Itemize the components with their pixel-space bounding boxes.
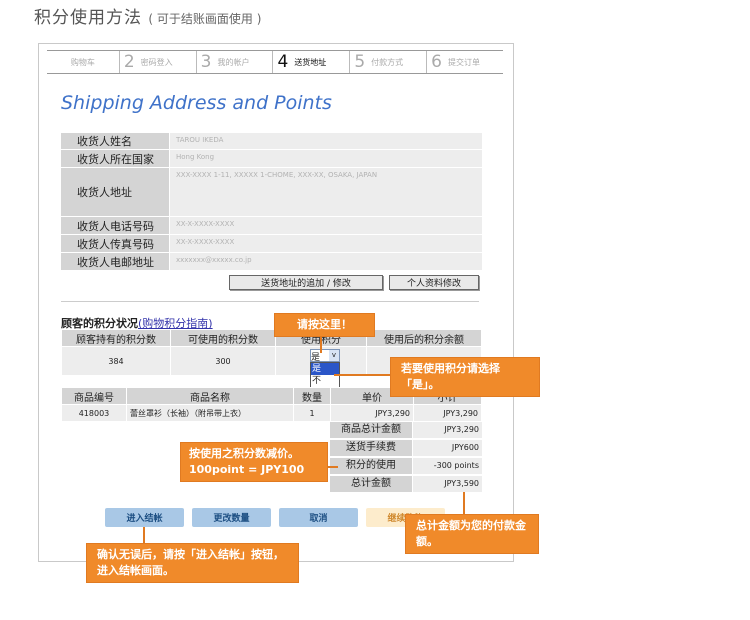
edit-profile-button[interactable]: 个人资料修改 — [389, 275, 479, 290]
chevron-down-icon[interactable]: v — [329, 350, 339, 361]
step-label: 密码登入 — [140, 57, 173, 67]
address-row: 收货人电话号码 XX-X-XXXX-XXXX — [61, 217, 482, 234]
checkout-steps: 购物车 2 密码登入 3 我的帐户 4 送货地址 5 付款方式 6 提交订单 — [47, 50, 503, 74]
step-cart[interactable]: 购物车 — [47, 51, 120, 73]
address-label: 收货人传真号码 — [61, 235, 169, 252]
summary-row: 商品总计金额 JPY3,290 — [330, 422, 482, 438]
callout-click-here: 请按这里！ — [274, 313, 375, 337]
address-value: XXX-XXXX 1-11, XXXXX 1-CHOME, XXX-XX, OS… — [170, 168, 482, 216]
address-value: TAROU IKEDA — [170, 133, 482, 149]
points-header: 可使用的积分数 — [170, 329, 276, 347]
section-title: Shipping Address and Points — [61, 92, 332, 114]
step-number: 3 — [200, 52, 212, 72]
address-value: xxxxxxx@xxxxx.co.jp — [170, 253, 482, 270]
address-label: 收货人所在国家 — [61, 150, 169, 167]
edit-address-button[interactable]: 送货地址的追加 / 修改 — [229, 275, 383, 290]
step-number: 2 — [123, 52, 135, 72]
callout-discount: 按使用之积分数减价。 100point = JPY100 — [180, 442, 328, 482]
callout-discount-text: 按使用之积分数减价。 — [189, 447, 299, 460]
step-number: 4 — [277, 52, 289, 72]
summary-value: JPY3,290 — [413, 422, 482, 438]
product-qty: 1 — [293, 404, 331, 422]
step-login[interactable]: 2 密码登入 — [120, 51, 197, 73]
order-header: 商品名称 — [126, 387, 294, 405]
page-subtitle: ( 可于结账画面使用 ) — [148, 12, 262, 26]
checkout-button[interactable]: 进入结帐 — [105, 508, 184, 527]
address-label: 收货人电邮地址 — [61, 253, 169, 270]
divider — [61, 301, 479, 302]
address-row: 收货人传真号码 XX-X-XXXX-XXXX — [61, 235, 482, 252]
step-shipping[interactable]: 4 送货地址 — [273, 51, 351, 73]
page-title-text: 积分使用方法 — [34, 8, 142, 28]
checkout-label: 进入结帐 — [126, 514, 163, 524]
callout-discount-rate: 100point = JPY100 — [189, 463, 305, 476]
step-submit[interactable]: 6 提交订单 — [427, 51, 503, 73]
cancel-button[interactable]: 取消 — [279, 508, 358, 527]
product-price: JPY3,290 — [330, 404, 414, 422]
step-label: 提交订单 — [447, 57, 480, 67]
summary-value: -300 points — [413, 458, 482, 474]
points-header: 使用后的积分余额 — [366, 329, 482, 347]
summary-row: 送货手续费 JPY600 — [330, 440, 482, 456]
callout-confirm: 确认无误后，请按「进入结帐」按钮，进入结帐画面。 — [86, 543, 299, 583]
cancel-label: 取消 — [309, 514, 328, 524]
callout-connector — [463, 492, 465, 516]
address-row: 收货人地址 XXX-XXXX 1-11, XXXXX 1-CHOME, XXX-X… — [61, 168, 482, 216]
points-header: 顾客持有的积分数 — [61, 329, 171, 347]
points-usable: 300 — [170, 346, 276, 376]
callout-total: 总计金额为您的付款金额。 — [405, 514, 539, 554]
step-label: 送货地址 — [294, 57, 327, 67]
address-value: XX-X-XXXX-XXXX — [170, 217, 482, 234]
summary-label: 总计金额 — [330, 476, 412, 492]
address-row: 收货人姓名 TAROU IKEDA — [61, 133, 482, 149]
address-label: 收货人姓名 — [61, 133, 169, 149]
product-subtotal: JPY3,290 — [413, 404, 482, 422]
step-payment[interactable]: 5 付款方式 — [350, 51, 428, 73]
summary-value: JPY3,590 — [413, 476, 482, 492]
order-header: 数量 — [293, 387, 331, 405]
step-label: 付款方式 — [371, 57, 404, 67]
order-header: 商品编号 — [61, 387, 127, 405]
summary-row: 积分的使用 -300 points — [330, 458, 482, 474]
callout-select-yes: 若要使用积分请选择「是」。 — [390, 357, 540, 397]
callout-connector — [334, 374, 394, 376]
step-number: 5 — [354, 52, 366, 72]
address-table: 收货人姓名 TAROU IKEDA 收货人所在国家 Hong Kong 收货人地址 X… — [61, 133, 482, 271]
step-account[interactable]: 3 我的帐户 — [197, 51, 274, 73]
summary-label: 送货手续费 — [330, 440, 412, 456]
address-value: Hong Kong — [170, 150, 482, 167]
callout-connector — [320, 335, 322, 353]
points-held: 384 — [61, 346, 171, 376]
product-id: 418003 — [61, 404, 127, 422]
address-label: 收货人电话号码 — [61, 217, 169, 234]
page-title: 积分使用方法 ( 可于结账画面使用 ) — [34, 3, 261, 28]
summary-label: 积分的使用 — [330, 458, 412, 474]
address-row: 收货人电邮地址 xxxxxxx@xxxxx.co.jp — [61, 253, 482, 270]
summary-row: 总计金额 JPY3,590 — [330, 476, 482, 492]
address-value: XX-X-XXXX-XXXX — [170, 235, 482, 252]
product-name: 蕾丝罩衫（长袖）（附吊带上衣） — [126, 404, 294, 422]
option-no[interactable]: 不 — [311, 375, 339, 387]
address-label: 收货人地址 — [61, 168, 169, 216]
summary-value: JPY600 — [413, 440, 482, 456]
summary-label: 商品总计金额 — [330, 422, 412, 438]
change-quantity-label: 更改数量 — [213, 514, 250, 524]
use-points-dropdown: 是 不 — [310, 362, 340, 390]
address-row: 收货人所在国家 Hong Kong — [61, 150, 482, 167]
step-label: 购物车 — [70, 57, 95, 67]
table-row: 418003 蕾丝罩衫（长袖）（附吊带上衣） 1 JPY3,290 JPY3,2… — [61, 404, 482, 422]
step-label: 我的帐户 — [217, 57, 250, 67]
use-points-select[interactable]: 是 v — [310, 349, 340, 363]
step-number: 6 — [431, 52, 442, 72]
change-quantity-button[interactable]: 更改数量 — [192, 508, 271, 527]
